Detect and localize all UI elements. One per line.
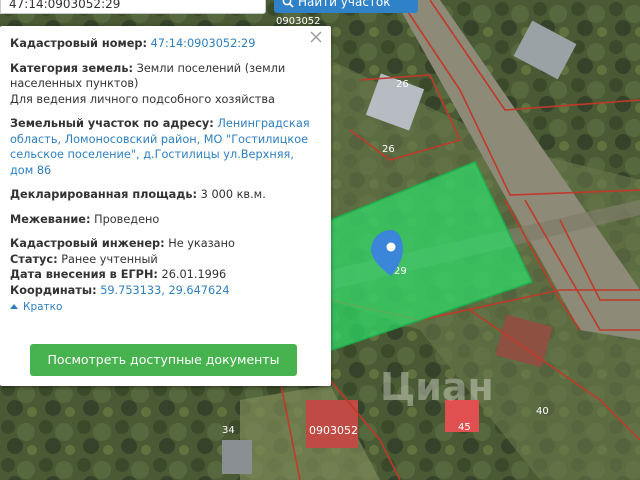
address-link-3[interactable]: сельское поселение", д.Гостилицы ул.Верх… [10, 148, 294, 161]
search-button-label: Найти участок [298, 0, 391, 9]
address-link-1[interactable]: Ленинградская [217, 117, 309, 130]
surveying-label: Межевание: [10, 212, 91, 226]
coordinates-link[interactable]: 59.753133, 29.647624 [100, 284, 229, 297]
land-purpose: Для ведения личного подсобного хозяйства [10, 92, 275, 106]
parcel-info-panel: Кадастровый номер: 47:14:0903052:29 Кате… [0, 26, 331, 386]
coordinates-label: Координаты: [10, 283, 97, 297]
status-label: Статус: [10, 252, 58, 266]
land-category-value-cont: населенных пунктов) [10, 77, 139, 90]
surveying-row: Межевание: Проведено [10, 212, 317, 228]
address-row: Земельный участок по адресу: Ленинградск… [10, 116, 317, 178]
surveying-value: Проведено [94, 212, 160, 226]
watermark: Циан [380, 365, 494, 409]
map-label-block-bottom: 0903052 [309, 424, 358, 437]
status-value: Ранее учтенный [61, 252, 158, 266]
brief-toggle-label: Кратко [23, 301, 63, 313]
address-link-2[interactable]: область, Ломоносовский район, МО "Гостил… [10, 133, 308, 146]
map-label-26a: 26 [396, 79, 409, 90]
status-row: Статус: Ранее учтенный [10, 252, 317, 268]
close-icon[interactable] [309, 30, 323, 44]
engineer-value: Не указано [168, 237, 235, 250]
declared-area-row: Декларированная площадь: 3 000 кв.м. [10, 187, 317, 203]
egrn-date-row: Дата внесения в ЕГРН: 26.01.1996 [10, 267, 317, 283]
address-link-4[interactable]: дом 86 [10, 164, 51, 177]
engineer-label: Кадастровый инженер: [10, 237, 165, 250]
map-label-34: 34 [222, 425, 235, 436]
view-documents-button[interactable]: Посмотреть доступные документы [30, 344, 297, 376]
land-category-row: Категория земель: Земли поселений (земли… [10, 61, 317, 108]
land-category-value: Земли поселений (земли [136, 61, 286, 75]
brief-toggle-link[interactable]: Кратко [10, 300, 317, 316]
building [222, 440, 252, 474]
map-label-40: 40 [536, 406, 549, 417]
egrn-date-value: 26.01.1996 [161, 268, 227, 281]
cadastral-number-link[interactable]: 47:14:0903052:29 [151, 37, 256, 50]
map-label-26b: 26 [382, 144, 395, 155]
search-button[interactable]: Найти участок [274, 0, 418, 13]
cadastral-number-row: Кадастровый номер: 47:14:0903052:29 [10, 36, 317, 52]
search-input[interactable]: 47:14:0903052:29 [0, 0, 266, 14]
map-label-45: 45 [458, 422, 471, 433]
declared-area-label: Декларированная площадь: [10, 188, 198, 201]
search-icon [282, 0, 294, 8]
address-label: Земельный участок по адресу: [10, 117, 214, 130]
egrn-date-label: Дата внесения в ЕГРН: [10, 268, 158, 281]
land-category-label: Категория земель: [10, 61, 133, 75]
coordinates-row: Координаты: 59.753133, 29.647624 [10, 283, 317, 299]
engineer-row: Кадастровый инженер: Не указано [10, 236, 317, 252]
cadastral-number-label: Кадастровый номер: [10, 37, 147, 50]
declared-area-value: 3 000 кв.м. [200, 188, 266, 201]
chevron-up-icon [10, 304, 18, 309]
